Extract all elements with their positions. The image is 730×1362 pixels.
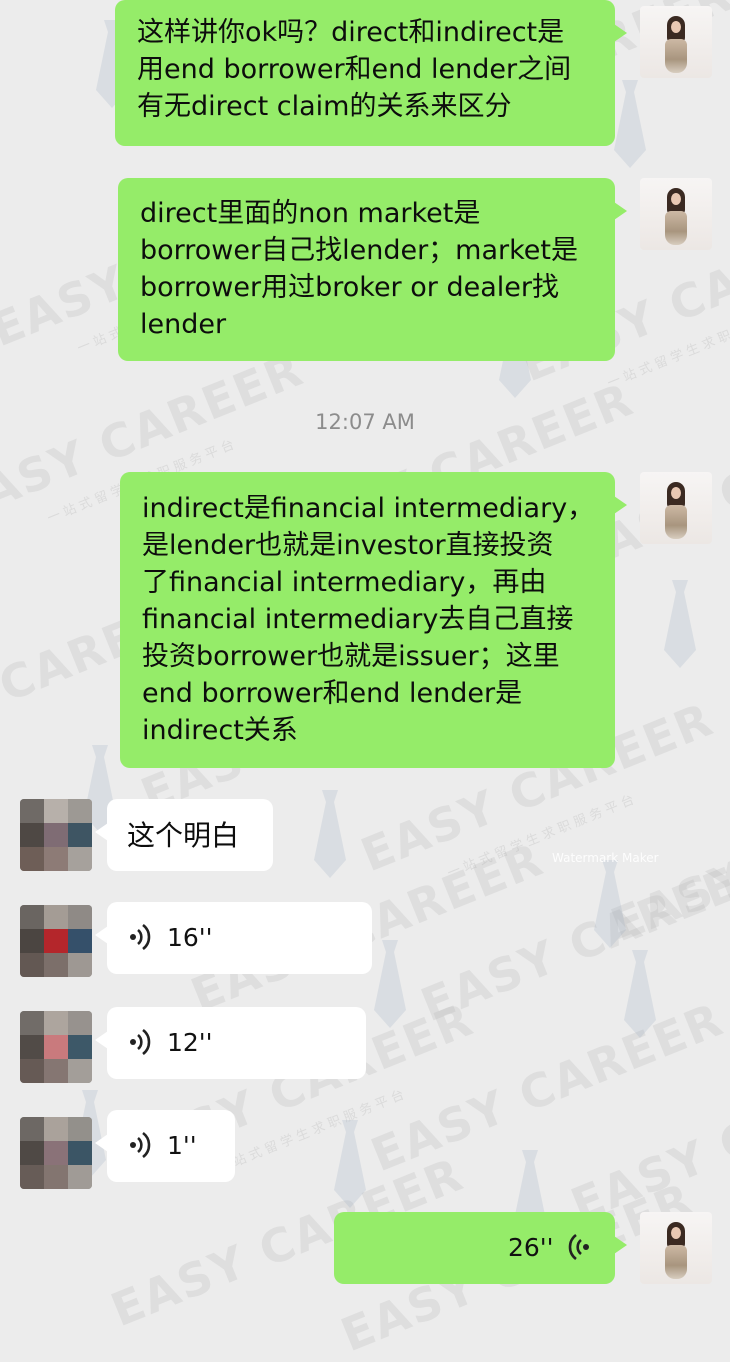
message-text: 投资borrower也就是issuer；这里 (142, 641, 560, 672)
watermark-tie-icon (624, 950, 656, 1038)
watermark-text: EASY CAREER (363, 991, 730, 1183)
message-text: indirect是financial intermediary， (142, 493, 595, 524)
watermark-tagline: 一站式留学生求职服务平台 (445, 791, 641, 882)
voice-wave-icon (129, 922, 155, 964)
voice-message[interactable]: 12'' (95, 1007, 366, 1079)
watermark-tie-icon (594, 860, 626, 948)
voice-wave-icon (129, 1027, 155, 1069)
message-text: 用end borrower和end lender之间 (137, 54, 572, 85)
watermark-text: EASY CAREER (563, 1041, 730, 1233)
message-text: 这样讲你ok吗？direct和indirect是 (137, 17, 565, 48)
message-bubble[interactable]: indirect是financial intermediary， 是lender… (120, 472, 627, 768)
voice-duration: 26'' (508, 1233, 554, 1262)
message-text: direct里面的non market是 (140, 198, 481, 229)
avatar[interactable] (20, 905, 92, 977)
message-text: end borrower和end lender是 (142, 678, 523, 709)
voice-duration: 16'' (167, 923, 213, 952)
voice-wave-icon (564, 1232, 590, 1274)
voice-message[interactable]: 26'' (334, 1212, 627, 1284)
avatar[interactable] (20, 799, 92, 871)
avatar[interactable] (20, 1011, 92, 1083)
avatar[interactable] (640, 6, 712, 78)
avatar[interactable] (640, 1212, 712, 1284)
voice-message[interactable]: 16'' (95, 902, 372, 974)
watermark-tagline: 一站式留学生求职服务平台 (215, 1086, 411, 1177)
watermark-maker-label: Watermark Maker (552, 851, 659, 865)
chat-area[interactable]: EASY CAREER EASY CAREER 一站式留学生求职服务平台 EAS… (0, 0, 730, 1362)
voice-duration: 1'' (167, 1131, 197, 1160)
voice-wave-icon (129, 1130, 155, 1172)
watermark-tagline: 一站式留学生求职服务平台 (605, 301, 730, 392)
watermark-text: EASY CAREER (413, 841, 730, 1033)
watermark-tie-icon (664, 580, 696, 668)
message-text: 是lender也就是investor直接投资 (142, 530, 554, 561)
avatar[interactable] (640, 472, 712, 544)
voice-message[interactable]: 1'' (95, 1110, 235, 1182)
message-text: borrower用过broker or dealer找 (140, 272, 559, 303)
message-text: borrower自己找lender；market是 (140, 235, 578, 266)
voice-duration: 12'' (167, 1028, 213, 1057)
message-text: 了financial intermediary，再由 (142, 567, 547, 598)
watermark-tie-icon (334, 1120, 366, 1208)
message-text: financial intermediary去自己直接 (142, 604, 574, 635)
message-bubble[interactable]: 这个明白 (95, 799, 273, 871)
message-bubble[interactable]: direct里面的non market是 borrower自己找lender；m… (118, 178, 627, 361)
watermark-tie-icon (314, 790, 346, 878)
message-timestamp: 12:07 AM (315, 410, 415, 434)
avatar[interactable] (20, 1117, 92, 1189)
avatar[interactable] (640, 178, 712, 250)
message-text: 有无direct claim的关系来区分 (137, 91, 512, 122)
message-bubble[interactable]: 这样讲你ok吗？direct和indirect是 用end borrower和e… (115, 0, 627, 146)
message-text: lender (140, 309, 227, 340)
message-text: 这个明白 (127, 819, 240, 852)
message-text: indirect关系 (142, 715, 298, 746)
